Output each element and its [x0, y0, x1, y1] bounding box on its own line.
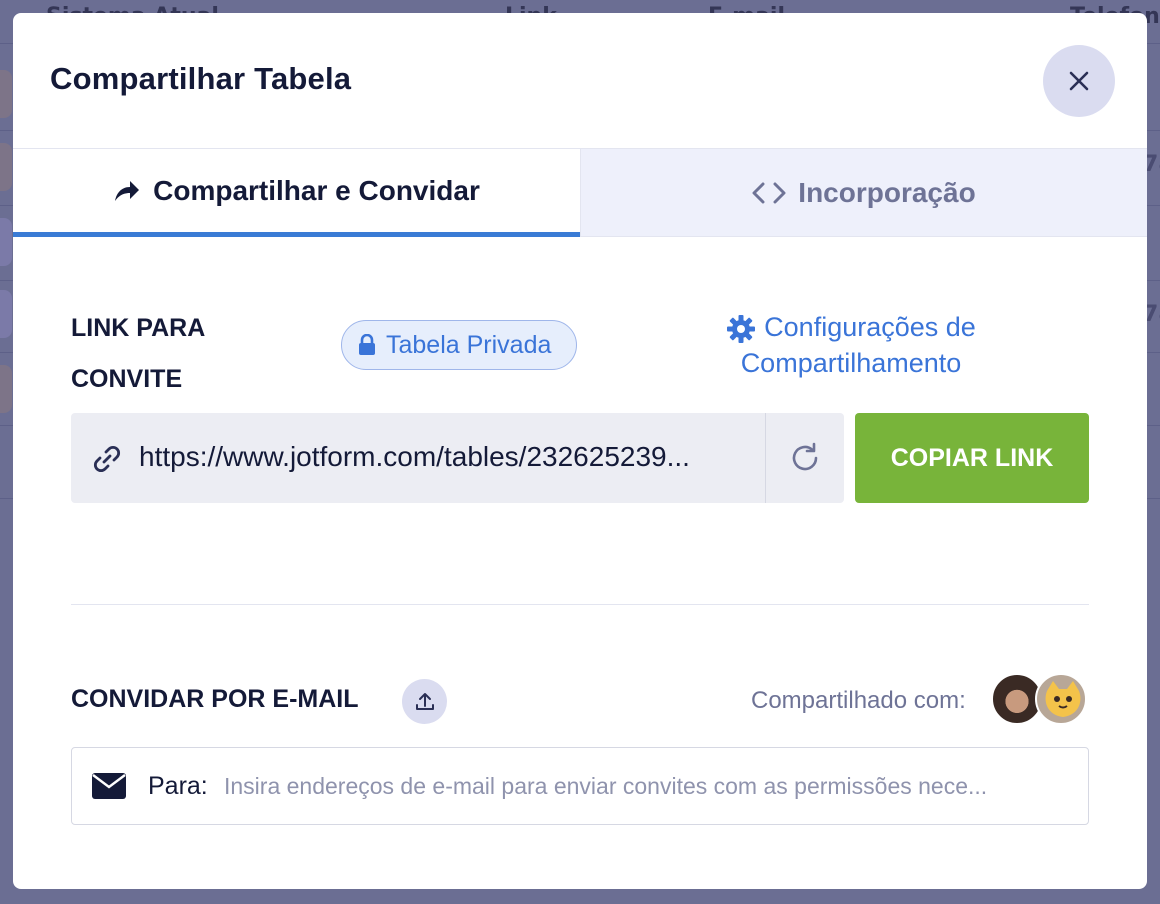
- upload-icon: [415, 692, 434, 710]
- code-icon: [752, 182, 786, 203]
- close-icon: [1069, 71, 1089, 91]
- copy-link-button[interactable]: COPIAR LINK: [855, 413, 1089, 503]
- privacy-badge: Tabela Privada: [341, 320, 577, 370]
- close-button[interactable]: [1043, 45, 1115, 117]
- invite-link-label: LINK PARA CONVITE: [71, 314, 205, 393]
- tab-embed[interactable]: Incorporação: [580, 149, 1147, 237]
- email-recipients-field[interactable]: Para:: [71, 747, 1089, 825]
- share-arrow-icon: [115, 180, 140, 201]
- cat-avatar-icon: [1045, 681, 1081, 717]
- share-settings-link[interactable]: Configurações de Compartilhamento: [701, 309, 1001, 381]
- gear-icon: [727, 314, 756, 343]
- section-divider: [71, 604, 1089, 605]
- email-input[interactable]: [224, 762, 1074, 810]
- upload-contacts-button[interactable]: [402, 679, 447, 724]
- modal-header: Compartilhar Tabela: [13, 13, 1147, 149]
- avatar: [0, 143, 12, 191]
- avatar: [0, 70, 12, 118]
- refresh-link-button[interactable]: [765, 413, 844, 503]
- share-table-modal: Compartilhar Tabela Compartilhar e Convi…: [13, 13, 1147, 889]
- lock-icon: [359, 334, 375, 355]
- tab-label: Incorporação: [798, 176, 976, 208]
- tab-label: Compartilhar e Convidar: [153, 174, 480, 206]
- to-label: Para:: [148, 772, 208, 800]
- refresh-icon: [792, 442, 818, 471]
- invite-link-url[interactable]: https://www.jotform.com/tables/232625239…: [139, 441, 759, 473]
- invite-link-field[interactable]: https://www.jotform.com/tables/232625239…: [71, 413, 844, 503]
- avatar[interactable]: [1035, 673, 1087, 725]
- shared-with-label: Compartilhado com:: [751, 687, 966, 714]
- modal-title: Compartilhar Tabela: [50, 61, 352, 96]
- avatar: [0, 290, 12, 338]
- link-icon: [93, 445, 121, 473]
- tab-share-invite[interactable]: Compartilhar e Convidar: [13, 149, 580, 237]
- avatar: [0, 365, 12, 413]
- tab-bar: Compartilhar e Convidar Incorporação: [13, 149, 1147, 237]
- privacy-badge-label: Tabela Privada: [386, 330, 552, 359]
- avatar: [0, 218, 12, 266]
- share-settings-label: Configurações de Compartilhamento: [740, 312, 976, 378]
- mail-icon: [92, 773, 126, 799]
- invite-by-email-label: CONVIDAR POR E-MAIL: [71, 685, 359, 713]
